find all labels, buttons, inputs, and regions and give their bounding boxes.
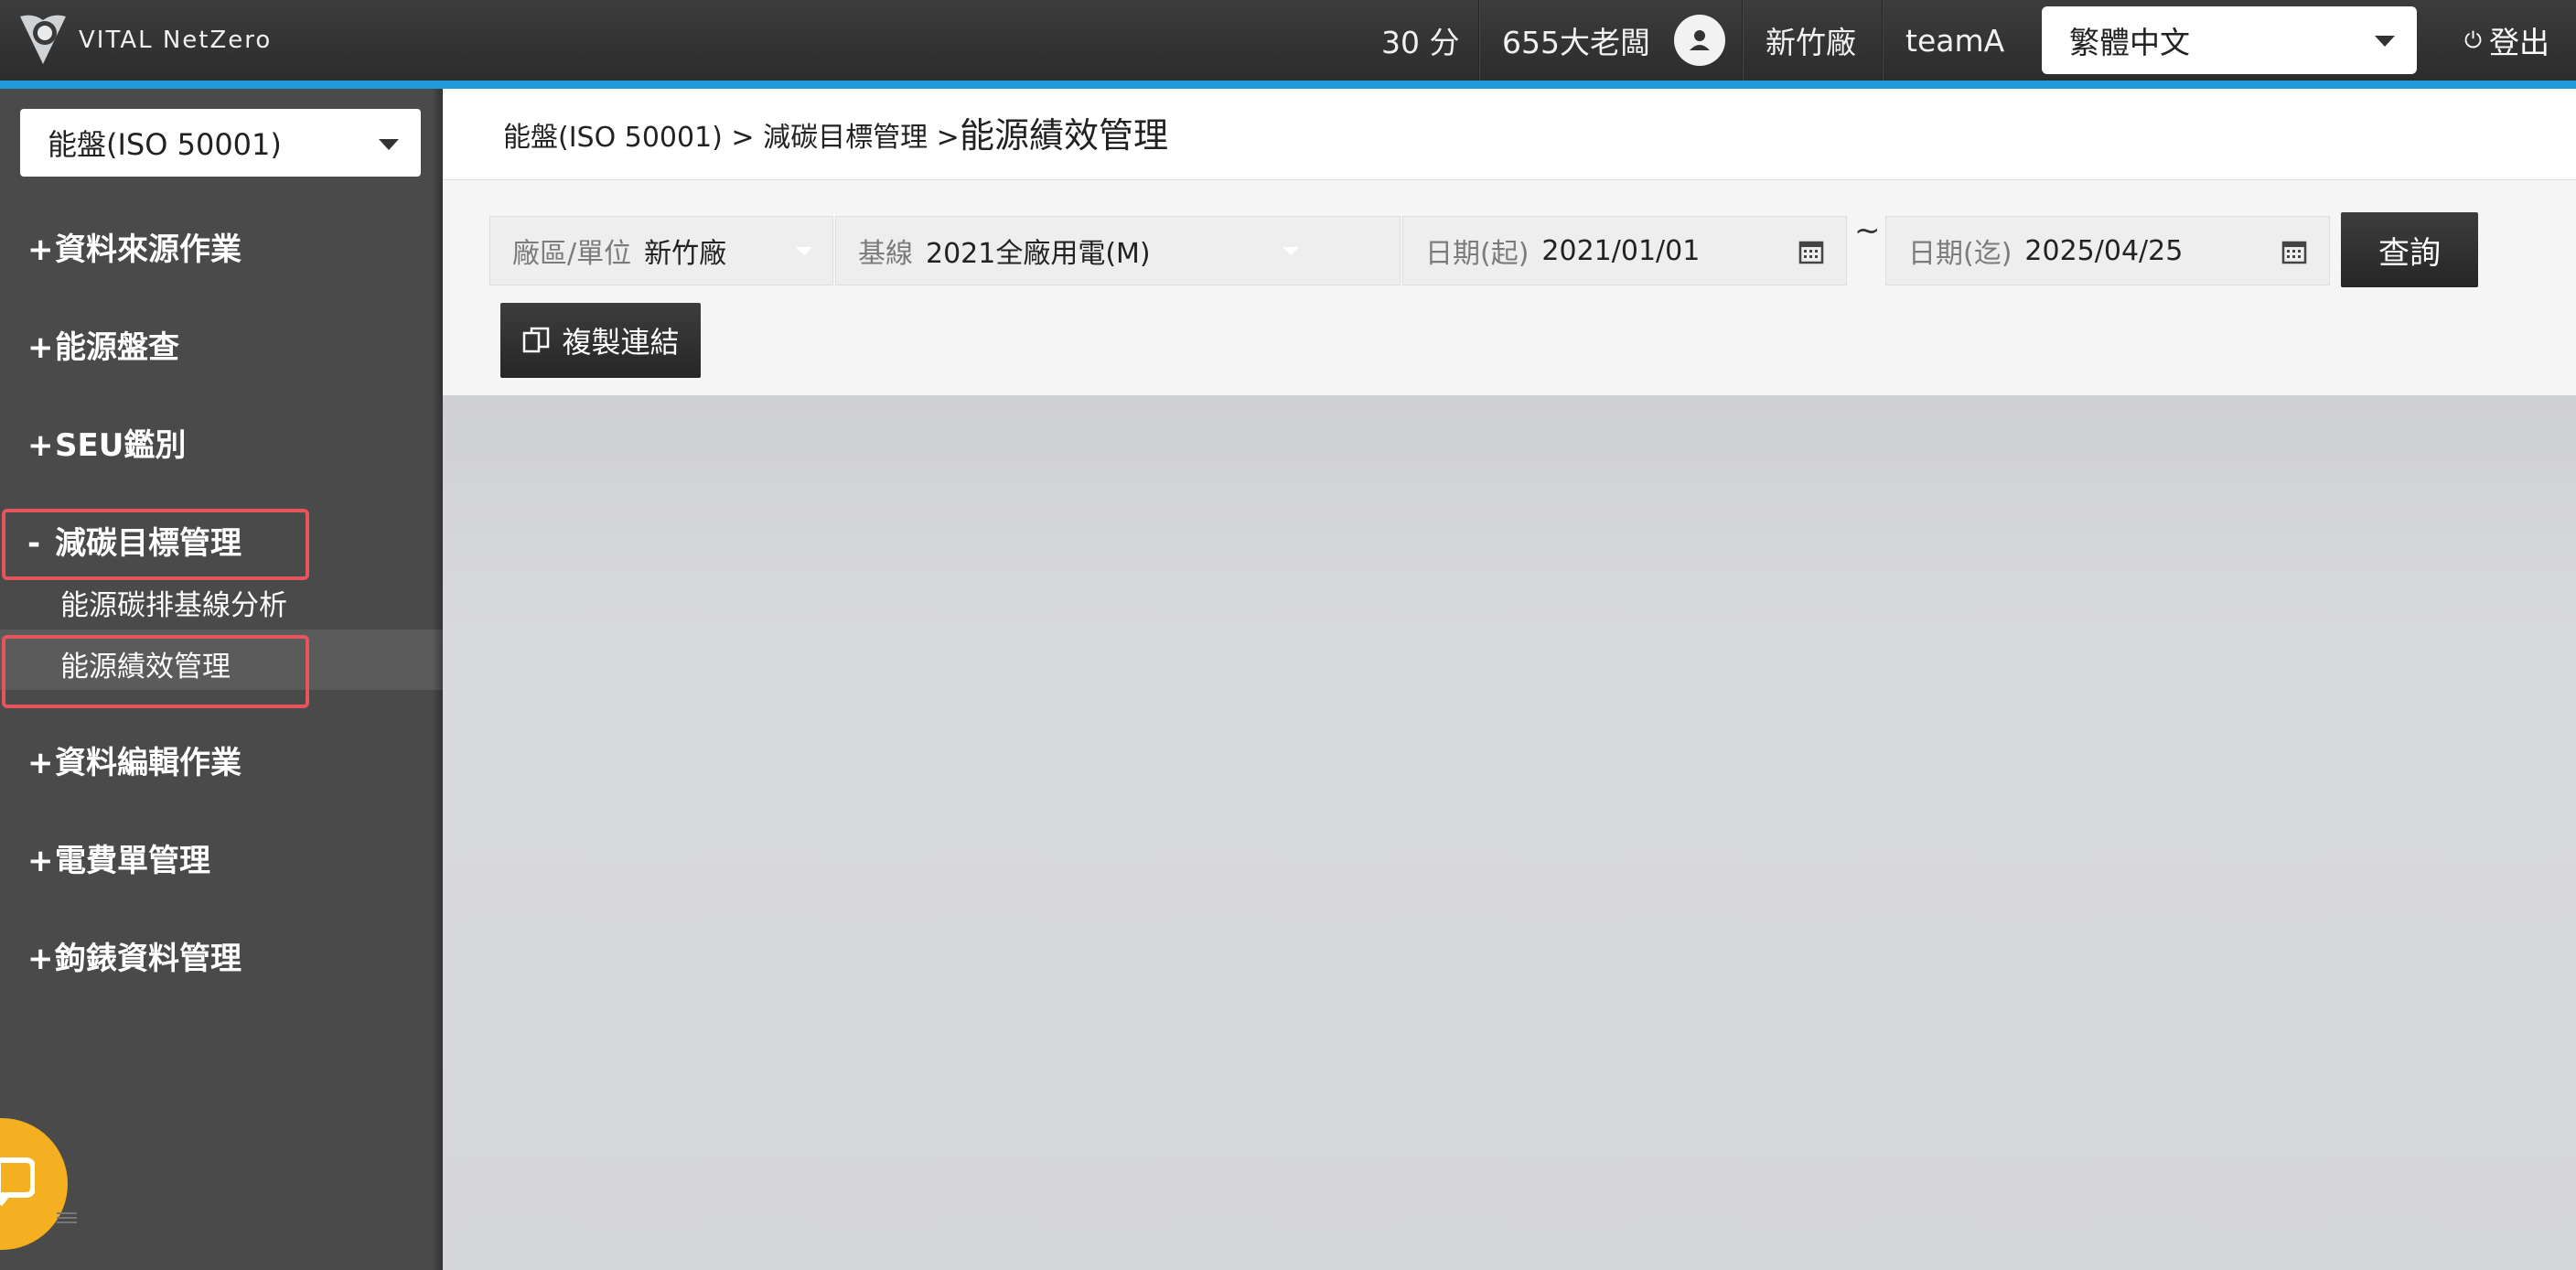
divider [1742, 0, 1744, 81]
sidebar-subitem-baseline-analysis[interactable]: 能源碳排基線分析 [60, 582, 287, 623]
sidebar-item-data-edit[interactable]: +資料編輯作業 [27, 737, 242, 782]
query-button[interactable]: 查詢 [2341, 212, 2478, 287]
chevron-down-icon [379, 139, 399, 150]
vital-logo-icon [20, 15, 66, 65]
user-name: 655大老闆 [1502, 25, 1650, 60]
chat-icon [0, 1157, 35, 1206]
page-title: 能源績效管理 [960, 115, 1169, 156]
calendar-icon[interactable] [1798, 239, 1824, 264]
team-selector[interactable]: teamA [1905, 0, 2004, 81]
site-unit-select[interactable]: 廠區/單位 新竹廠 [489, 216, 833, 285]
sidebar-item-meter-data[interactable]: +鉤錶資料管理 [27, 933, 242, 978]
menu-lines-icon [57, 1212, 77, 1223]
user-icon [1690, 30, 1710, 50]
content-area [443, 395, 2576, 1270]
chevron-down-icon [1283, 247, 1299, 255]
module-select[interactable]: 能盤(ISO 50001) [20, 109, 421, 177]
accent-strip [0, 81, 2576, 89]
sidebar-item-label: 資料編輯作業 [55, 745, 242, 781]
expand-icon: + [27, 329, 54, 366]
filter-bar [443, 180, 2576, 395]
module-value: 能盤(ISO 50001) [48, 127, 282, 162]
divider [1882, 0, 1884, 81]
copy-link-label: 複製連結 [562, 325, 680, 360]
highlight-box [2, 509, 309, 580]
breadcrumb: 能盤(ISO 50001) > 減碳目標管理 > 能源績效管理 [443, 89, 2576, 180]
expand-icon: + [27, 231, 54, 268]
power-icon: ⏻ [2464, 27, 2482, 53]
language-select[interactable]: 繁體中文 [2042, 6, 2417, 74]
sidebar-item-data-source[interactable]: +資料來源作業 [27, 224, 242, 269]
field-label: 基線 [858, 238, 913, 270]
user-menu[interactable]: 655大老闆 [1502, 0, 1725, 81]
logout-label: 登出 [2488, 25, 2549, 60]
expand-icon: + [27, 427, 54, 464]
expand-icon: + [27, 745, 54, 781]
field-value: 新竹廠 [644, 238, 727, 270]
logo-text: VITAL NetZero [79, 27, 273, 54]
divider [1478, 0, 1480, 81]
sidebar-item-bill[interactable]: +電費單管理 [27, 835, 210, 880]
logo[interactable]: VITAL NetZero [16, 11, 272, 70]
score-display: 30 分 [1381, 25, 1460, 60]
field-label: 廠區/單位 [512, 238, 632, 270]
expand-icon: + [27, 843, 54, 879]
copy-link-button[interactable]: 複製連結 [500, 303, 701, 378]
field-value: 2025/04/25 [2024, 234, 2184, 267]
avatar [1674, 15, 1725, 66]
sidebar-item-label: 能源盤查 [55, 329, 179, 366]
logout-button[interactable]: ⏻ 登出 [2464, 0, 2549, 81]
top-bar: VITAL NetZero 30 分 655大老闆 新竹廠 teamA 繁體中文… [0, 0, 2576, 81]
field-value: 2021全廠用電(M) [926, 238, 1151, 270]
calendar-icon[interactable] [2281, 239, 2307, 264]
start-date-field[interactable]: 日期(起) 2021/01/01 [1402, 216, 1847, 285]
end-date-field[interactable]: 日期(迄) 2025/04/25 [1885, 216, 2330, 285]
language-value: 繁體中文 [2069, 25, 2190, 60]
copy-icon [523, 327, 550, 353]
chevron-down-icon [2375, 36, 2395, 47]
breadcrumb-path[interactable]: 能盤(ISO 50001) > 減碳目標管理 > [503, 114, 960, 155]
sidebar-item-label: SEU鑑別 [55, 427, 187, 464]
field-label: 日期(起) [1425, 238, 1530, 270]
highlight-box [2, 635, 309, 708]
sidebar-item-label: 電費單管理 [55, 843, 210, 879]
field-value: 2021/01/01 [1541, 234, 1701, 267]
expand-icon: + [27, 941, 54, 977]
sidebar-item-label: 資料來源作業 [55, 231, 242, 268]
sidebar-item-label: 鉤錶資料管理 [55, 941, 242, 977]
site-selector[interactable]: 新竹廠 [1766, 0, 1856, 81]
field-label: 日期(迄) [1908, 238, 2012, 270]
chevron-down-icon [796, 247, 812, 255]
sidebar-item-energy-inventory[interactable]: +能源盤查 [27, 322, 179, 367]
sidebar-item-seu[interactable]: +SEU鑑別 [27, 420, 186, 465]
baseline-select[interactable]: 基線 2021全廠用電(M) [835, 216, 1401, 285]
date-range-separator: ~ [1854, 212, 1881, 249]
